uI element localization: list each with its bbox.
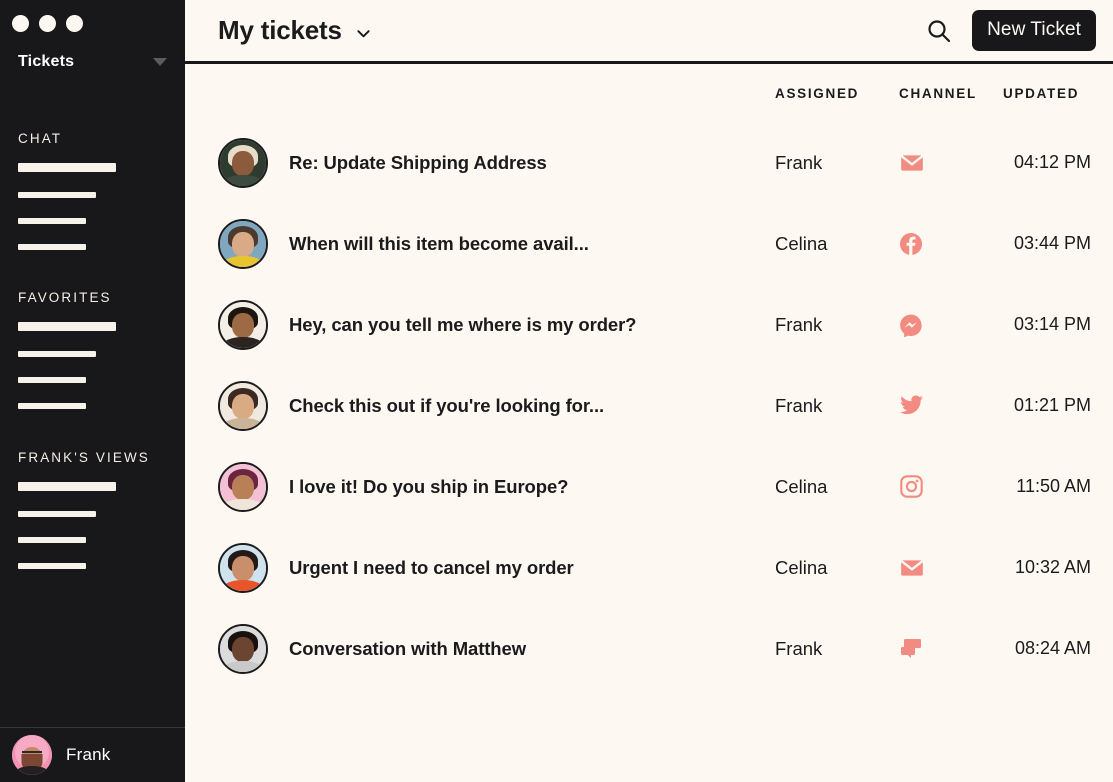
avatar [218, 380, 268, 431]
sidebar-item-list [18, 482, 185, 589]
column-header-updated: UPDATED [1003, 85, 1080, 101]
sidebar-item-3[interactable] [18, 218, 86, 224]
email-icon [899, 150, 1003, 176]
ticket-subject-cell: Hey, can you tell me where is my order? [218, 299, 775, 350]
window-close-dot[interactable] [12, 14, 29, 32]
ticket-assigned: Frank [775, 151, 823, 173]
ticket-subject: Conversation with Matthew [289, 637, 526, 659]
sidebar-item-3[interactable] [18, 377, 86, 383]
ticket-assigned: Celina [775, 475, 828, 497]
ticket-assigned: Celina [775, 232, 828, 254]
window-minimize-dot[interactable] [39, 14, 56, 32]
sidebar-item-3[interactable] [18, 537, 86, 543]
ticket-updated: 01:21 PM [1013, 395, 1091, 415]
table-row[interactable]: I love it! Do you ship in Europe? Celina 1… [185, 446, 1113, 527]
sidebar-item-1[interactable] [18, 322, 116, 331]
app-window: Tickets CHAT FAVORITES FRANK'S VIEWS Frank… [0, 0, 1113, 782]
sidebar-item-list [18, 322, 185, 429]
table-header-row: ASSIGNED CHANNEL UPDATED [185, 64, 1113, 122]
ticket-subject: Check this out if you're looking for... [289, 394, 605, 416]
sidebar-section-label: FAVORITES [18, 290, 112, 305]
ticket-updated: 03:44 PM [1013, 233, 1091, 253]
window-controls [0, 0, 185, 36]
table-row[interactable]: Re: Update Shipping Address Frank 04:12 PM [185, 122, 1113, 203]
sidebar-section-label: FRANK'S VIEWS [18, 450, 150, 465]
ticket-subject: Re: Update Shipping Address [289, 151, 547, 173]
avatar [218, 542, 268, 593]
sidebar-section: FAVORITES [0, 290, 185, 429]
sidebar: Tickets CHAT FAVORITES FRANK'S VIEWS Frank [0, 0, 185, 782]
main-panel: My tickets New Ticket ASSIGNED CHANNEL U… [185, 0, 1113, 782]
workspace-label: Tickets [18, 53, 75, 70]
sidebar-user-footer[interactable]: Frank [0, 727, 185, 782]
sidebar-section-label: CHAT [18, 131, 63, 146]
page-title: My tickets [218, 15, 342, 45]
ticket-subject: Urgent I need to cancel my order [289, 556, 574, 578]
table-row[interactable]: Urgent I need to cancel my order Celina 10… [185, 527, 1113, 608]
sidebar-section: FRANK'S VIEWS [0, 450, 185, 589]
table-row[interactable]: Conversation with Matthew Frank 08:24 AM [185, 608, 1113, 689]
email-icon [899, 555, 1003, 581]
sidebar-item-1[interactable] [18, 482, 116, 491]
ticket-subject: When will this item become avail... [289, 232, 589, 254]
avatar [218, 461, 268, 512]
column-header-channel: CHANNEL [899, 85, 977, 101]
avatar [218, 137, 268, 188]
sidebar-item-4[interactable] [18, 403, 86, 409]
sidebar-user-name: Frank [66, 745, 111, 764]
ticket-subject: I love it! Do you ship in Europe? [289, 475, 569, 497]
ticket-assigned: Celina [775, 556, 828, 578]
new-ticket-button[interactable]: New Ticket [972, 10, 1096, 51]
messenger-icon [899, 313, 1003, 337]
search-icon[interactable] [924, 16, 954, 46]
avatar [218, 299, 268, 350]
sidebar-section: CHAT [0, 131, 185, 270]
top-bar: My tickets New Ticket [185, 0, 1113, 64]
sidebar-item-list [18, 163, 185, 270]
twitter-icon [899, 393, 1003, 418]
column-header-assigned: ASSIGNED [775, 85, 860, 101]
workspace-switcher[interactable]: Tickets [0, 36, 185, 78]
ticket-updated: 04:12 PM [1013, 152, 1091, 172]
sidebar-item-4[interactable] [18, 244, 86, 250]
top-bar-actions: New Ticket [924, 10, 1096, 51]
table-row[interactable]: When will this item become avail... Celin… [185, 203, 1113, 284]
ticket-assigned: Frank [775, 313, 823, 335]
table-body: Re: Update Shipping Address Frank 04:12 PM… [185, 122, 1113, 689]
instagram-icon [899, 474, 1003, 499]
facebook-icon [899, 232, 1003, 256]
ticket-updated: 11:50 AM [1016, 476, 1091, 496]
ticket-updated: 10:32 AM [1014, 557, 1091, 577]
avatar [12, 735, 52, 775]
ticket-subject-cell: Conversation with Matthew [218, 623, 775, 674]
ticket-subject-cell: Urgent I need to cancel my order [218, 542, 775, 593]
avatar [218, 218, 268, 269]
table-row[interactable]: Check this out if you're looking for... F… [185, 365, 1113, 446]
chevron-down-icon[interactable] [356, 26, 371, 41]
ticket-updated: 03:14 PM [1013, 314, 1091, 334]
ticket-subject-cell: I love it! Do you ship in Europe? [218, 461, 775, 512]
chat-icon [899, 638, 1003, 660]
ticket-assigned: Frank [775, 394, 823, 416]
sidebar-item-1[interactable] [18, 163, 116, 172]
sidebar-item-4[interactable] [18, 563, 86, 569]
tickets-table: ASSIGNED CHANNEL UPDATED Re: Update Ship… [185, 64, 1113, 689]
sidebar-item-2[interactable] [18, 351, 96, 357]
avatar [218, 623, 268, 674]
ticket-assigned: Frank [775, 637, 823, 659]
sidebar-item-2[interactable] [18, 192, 96, 198]
caret-down-icon [153, 58, 167, 66]
window-maximize-dot[interactable] [66, 14, 83, 32]
ticket-subject-cell: When will this item become avail... [218, 218, 775, 269]
table-row[interactable]: Hey, can you tell me where is my order? F… [185, 284, 1113, 365]
ticket-subject-cell: Re: Update Shipping Address [218, 137, 775, 188]
ticket-updated: 08:24 AM [1014, 638, 1091, 658]
ticket-subject: Hey, can you tell me where is my order? [289, 313, 637, 335]
sidebar-item-2[interactable] [18, 511, 96, 517]
ticket-subject-cell: Check this out if you're looking for... [218, 380, 775, 431]
